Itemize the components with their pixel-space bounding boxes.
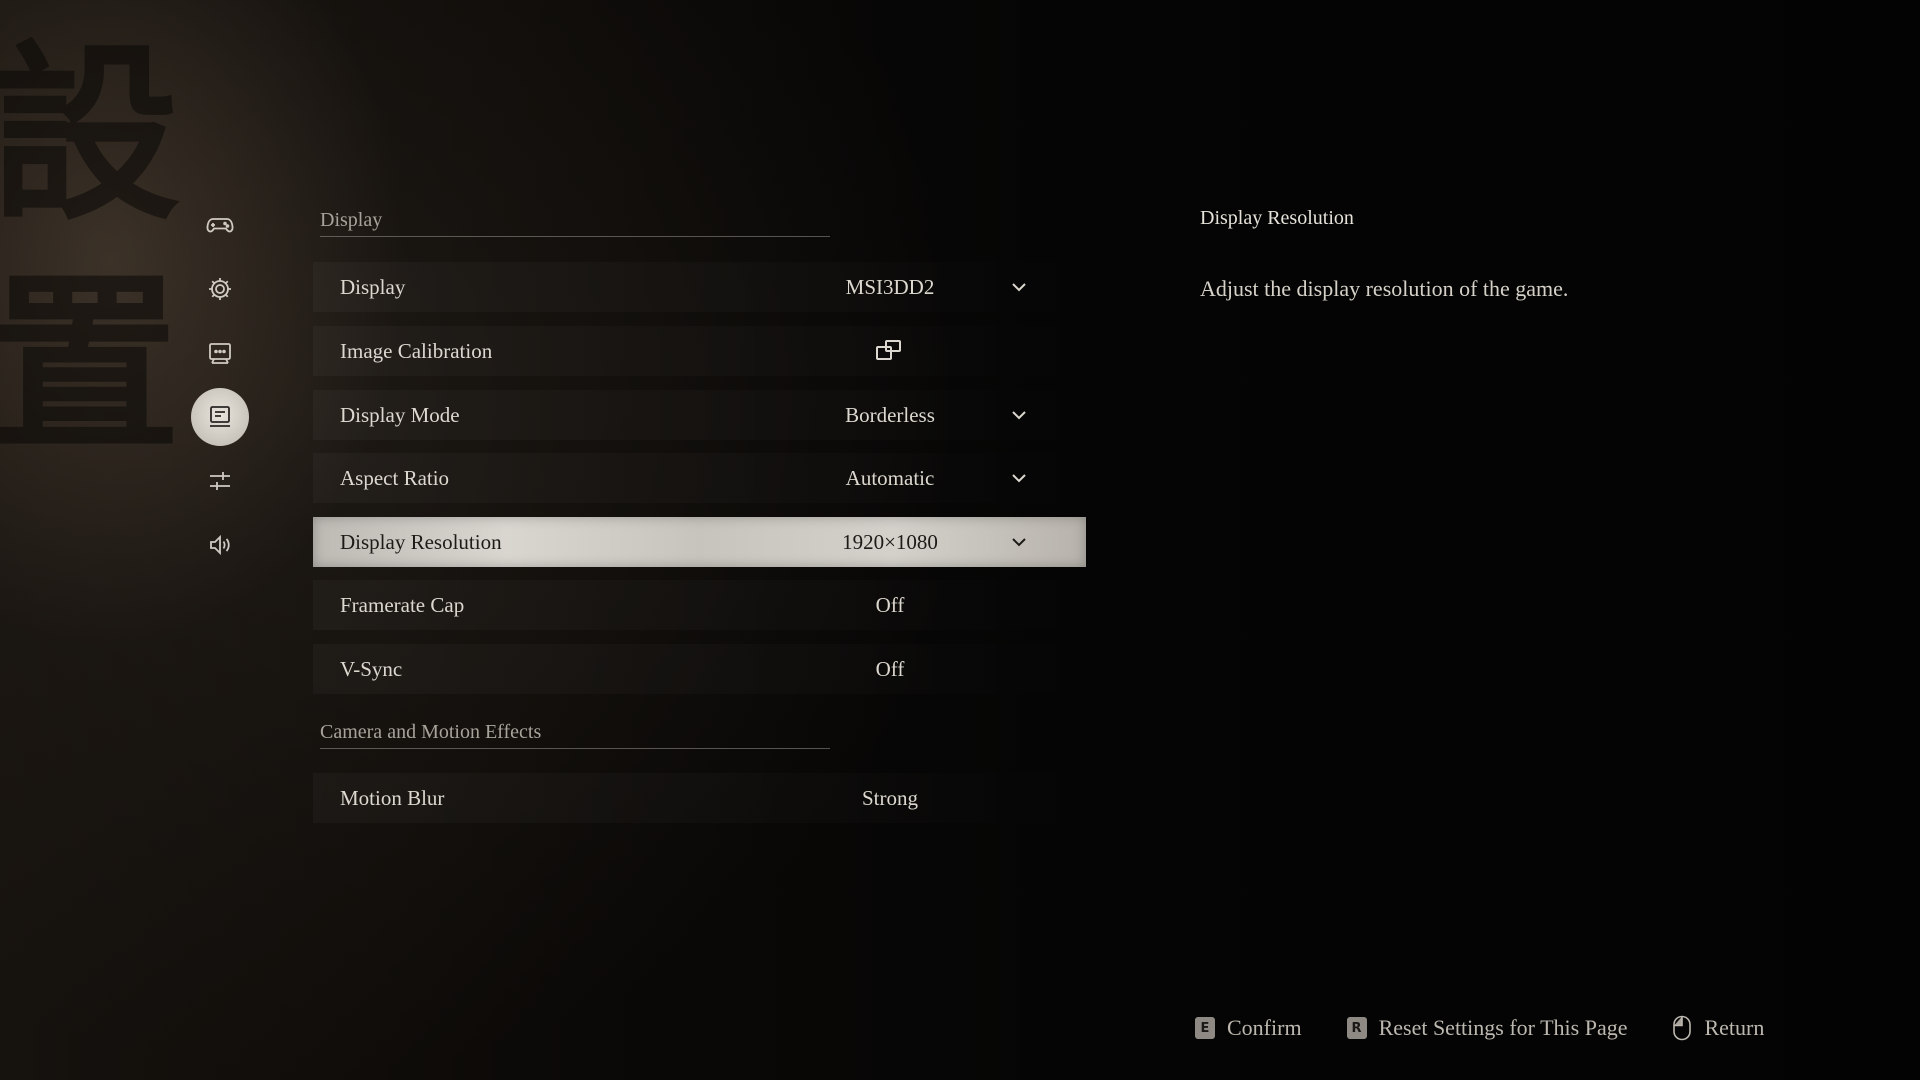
confirm-label: Confirm [1227, 1015, 1302, 1040]
setting-label: Image Calibration [340, 338, 493, 363]
setting-row-motion-blur[interactable]: Motion Blur Strong [313, 773, 1086, 823]
sidebar-item-display[interactable] [191, 388, 249, 446]
setting-row-display-mode[interactable]: Display Mode Borderless [313, 390, 1086, 440]
setting-label: V-Sync [340, 656, 403, 681]
setting-label: Framerate Cap [340, 592, 465, 617]
setting-label: Motion Blur [340, 785, 445, 810]
description-title: Display Resolution [1200, 207, 1354, 229]
sidebar-item-graphics[interactable] [191, 452, 249, 510]
audio-icon [210, 534, 230, 556]
chevron-down-icon[interactable] [1007, 403, 1031, 427]
chevron-down-icon[interactable] [1007, 530, 1031, 554]
setting-value: Off [875, 656, 905, 681]
setting-row-image-calibration[interactable]: Image Calibration [313, 326, 1086, 376]
calligraphy-char: 置 [0, 253, 181, 476]
setting-value: Automatic [845, 465, 935, 490]
setting-value: 1920×1080 [842, 529, 938, 554]
setting-label: Display Resolution [340, 529, 502, 554]
setting-value: Borderless [845, 402, 935, 427]
setting-value: Off [875, 592, 905, 617]
footer-hints: E Confirm R Reset Settings for This Page… [1195, 1015, 1764, 1041]
setting-row-vsync[interactable]: V-Sync Off [313, 644, 1086, 694]
setting-row-aspect-ratio[interactable]: Aspect Ratio Automatic [313, 453, 1086, 503]
calligraphy-watermark: 設 置 [0, 20, 190, 500]
return-label: Return [1704, 1015, 1765, 1040]
sidebar-item-general[interactable] [191, 260, 249, 318]
chevron-down-icon[interactable] [1007, 466, 1031, 490]
sidebar-item-audio[interactable] [191, 516, 249, 574]
sidebar-item-controls[interactable] [191, 196, 249, 254]
section-header-display: Display [320, 209, 830, 237]
setting-value: Strong [861, 785, 918, 810]
setting-row-display[interactable]: Display MSI3DD2 [313, 262, 1086, 312]
calligraphy-char: 設 [0, 23, 181, 246]
key-r-icon: R [1346, 1017, 1367, 1039]
setting-label: Aspect Ratio [340, 465, 450, 490]
reset-hint[interactable]: R Reset Settings for This Page [1346, 1015, 1628, 1041]
setting-label: Display Mode [340, 402, 460, 427]
chevron-down-icon[interactable] [1007, 275, 1031, 299]
gear-icon [209, 278, 231, 300]
sliders-icon [210, 472, 230, 490]
section-header-camera: Camera and Motion Effects [320, 721, 830, 749]
reset-label: Reset Settings for This Page [1378, 1015, 1628, 1040]
gamepad-icon [206, 218, 234, 233]
subtitle-icon [209, 343, 231, 364]
setting-row-display-resolution[interactable]: Display Resolution 1920×1080 [313, 517, 1086, 567]
mouse-icon [1673, 1015, 1692, 1041]
setting-row-framerate-cap[interactable]: Framerate Cap Off [313, 580, 1086, 630]
confirm-hint[interactable]: E Confirm [1195, 1015, 1302, 1041]
key-e-icon: E [1195, 1017, 1215, 1039]
sidebar-item-interface[interactable] [191, 324, 249, 382]
setting-label: Display [340, 274, 406, 299]
external-link-icon[interactable] [875, 338, 903, 364]
return-hint[interactable]: Return [1672, 1015, 1764, 1041]
description-text: Adjust the display resolution of the gam… [1200, 276, 1569, 301]
monitor-icon [210, 406, 230, 427]
settings-sidebar [191, 196, 249, 580]
setting-value: MSI3DD2 [845, 274, 935, 299]
